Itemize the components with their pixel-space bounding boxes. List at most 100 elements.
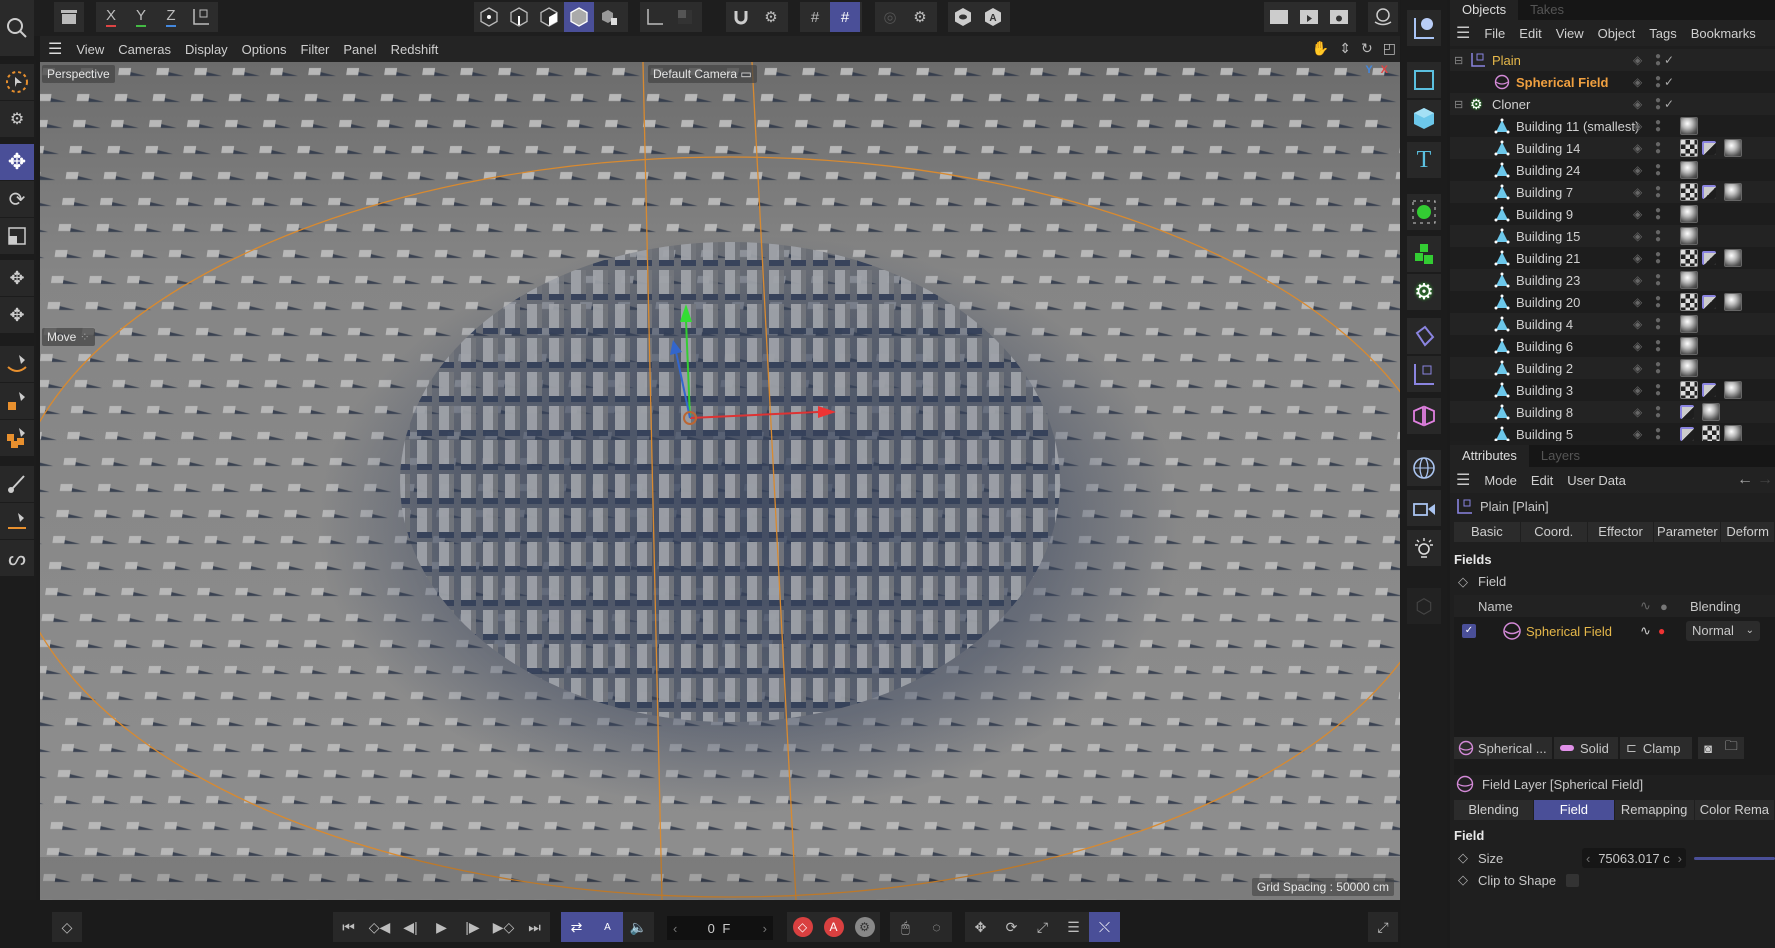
menu-panel[interactable]: Panel	[343, 42, 376, 57]
menu-user-data[interactable]: User Data	[1567, 473, 1626, 488]
object-row[interactable]: Building 7 ◈ ● ●	[1450, 181, 1775, 203]
object-row[interactable]: Spherical Field ◈ ● ● ✓	[1450, 71, 1775, 93]
visibility-dots-icon[interactable]: ● ●	[1655, 228, 1661, 245]
key-settings-button[interactable]: ⚙	[849, 912, 880, 942]
cube-spline-button[interactable]	[1407, 62, 1441, 98]
layer-icon[interactable]: ◈	[1633, 163, 1642, 177]
decrement-icon[interactable]: ‹	[1586, 851, 1590, 866]
layer-icon[interactable]: ◈	[1633, 405, 1642, 419]
text-button[interactable]: T	[1407, 142, 1441, 178]
keyframe-diamond-icon[interactable]: ◇	[1458, 574, 1468, 590]
live-selection-tool[interactable]	[0, 64, 34, 100]
redshift-ipr-button[interactable]	[1368, 2, 1398, 32]
y-axis-button[interactable]: Y	[126, 2, 156, 32]
sky-button[interactable]	[1407, 450, 1441, 486]
enabled-check-icon[interactable]: ✓	[1664, 53, 1674, 67]
polygons-mode-button[interactable]	[534, 2, 564, 32]
curve-icon[interactable]: ∿	[1640, 623, 1651, 639]
rgb-color-icon[interactable]: ●	[1658, 624, 1665, 638]
material-tag-icon[interactable]	[1680, 227, 1698, 245]
field-button[interactable]	[1407, 398, 1441, 434]
menu-tags[interactable]: Tags	[1649, 26, 1676, 41]
tab-effector[interactable]: Effector	[1588, 522, 1655, 542]
material-tag-icon[interactable]	[1680, 337, 1698, 355]
enabled-check-icon[interactable]: ✓	[1664, 97, 1674, 111]
checker-tag-icon[interactable]	[1680, 293, 1698, 311]
visibility-dots-icon[interactable]: ● ●	[1655, 74, 1661, 91]
dolly-icon[interactable]: ⇕	[1339, 40, 1351, 57]
layer-icon[interactable]: ◈	[1633, 185, 1642, 199]
menu-mode[interactable]: Mode	[1484, 473, 1517, 488]
visibility-dots-icon[interactable]: ● ●	[1655, 206, 1661, 223]
tab-takes[interactable]: Takes	[1518, 0, 1576, 20]
material-tag-icon[interactable]	[1724, 293, 1742, 311]
menu-file[interactable]: File	[1484, 26, 1505, 41]
3d-viewport[interactable]: Perspective Default Camera ▭ Move ⁘ YX G…	[40, 62, 1400, 900]
visibility-dots-icon[interactable]: ● ●	[1655, 184, 1661, 201]
forward-arrow-icon[interactable]: →	[1757, 471, 1773, 489]
object-row[interactable]: Building 11 (smallest) ◈ ● ●	[1450, 115, 1775, 137]
polygon-pen-tool[interactable]	[0, 383, 34, 419]
mask-icon[interactable]: ◙	[1704, 741, 1712, 756]
layer-icon[interactable]: ◈	[1633, 97, 1642, 111]
menu-edit[interactable]: Edit	[1531, 473, 1553, 488]
solid-layer-button[interactable]: Solid	[1554, 737, 1618, 759]
render-region-button[interactable]	[54, 2, 84, 32]
layer-icon[interactable]: ◈	[1633, 141, 1642, 155]
back-arrow-icon[interactable]: ←	[1737, 471, 1753, 489]
object-row[interactable]: Building 6 ◈ ● ●	[1450, 335, 1775, 357]
hamburger-menu-icon[interactable]: ☰	[1456, 470, 1470, 490]
hamburger-menu-icon[interactable]: ☰	[48, 39, 62, 59]
spherical-layer-button[interactable]: Spherical ...	[1454, 737, 1552, 759]
menu-view[interactable]: View	[76, 42, 104, 57]
parameter-track-button[interactable]: ☰	[1058, 912, 1089, 942]
material-button-disabled[interactable]: ⬡	[1407, 588, 1441, 624]
x-axis-button[interactable]: X	[96, 2, 126, 32]
spline-pen-tool[interactable]	[0, 346, 34, 382]
uvw-tag-icon[interactable]	[1702, 141, 1716, 155]
visibility-dots-icon[interactable]: ● ●	[1655, 96, 1661, 113]
increment-icon[interactable]: ›	[1678, 851, 1682, 866]
tab-remapping[interactable]: Remapping	[1615, 800, 1695, 820]
coordinate-system-button[interactable]	[186, 2, 216, 32]
menu-object[interactable]: Object	[1598, 26, 1636, 41]
add-folder-icon[interactable]: 🗀	[1725, 737, 1738, 759]
layer-icon[interactable]: ◈	[1633, 317, 1642, 331]
layer-icon[interactable]: ◈	[1633, 295, 1642, 309]
visibility-dots-icon[interactable]: ● ●	[1655, 52, 1661, 69]
render-picture-viewer-button[interactable]	[1294, 2, 1324, 32]
position-track-button[interactable]: ✥	[965, 912, 996, 942]
visibility-dots-icon[interactable]: ● ●	[1655, 382, 1661, 399]
solo-button[interactable]	[670, 2, 700, 32]
scale-tool[interactable]	[0, 218, 34, 254]
material-tag-icon[interactable]	[1680, 271, 1698, 289]
menu-edit[interactable]: Edit	[1519, 26, 1541, 41]
checker-tag-icon[interactable]	[1702, 425, 1720, 441]
clip-to-shape-checkbox[interactable]	[1566, 873, 1580, 887]
object-row[interactable]: Building 8 ◈ ● ●	[1450, 401, 1775, 423]
layer-icon[interactable]: ◈	[1633, 207, 1642, 221]
tab-layers[interactable]: Layers	[1529, 445, 1592, 467]
material-tag-icon[interactable]	[1724, 249, 1742, 267]
previous-key-button[interactable]: ◇◀	[364, 912, 395, 942]
knife-tool[interactable]	[0, 503, 34, 539]
uvw-tag-icon[interactable]	[1702, 295, 1716, 309]
material-tag-icon[interactable]	[1680, 117, 1698, 135]
object-row[interactable]: ⊟ ⚙ Cloner ◈ ● ● ✓	[1450, 93, 1775, 115]
points-mode-button[interactable]	[474, 2, 504, 32]
checker-tag-icon[interactable]	[1680, 139, 1698, 157]
object-row[interactable]: Building 15 ◈ ● ●	[1450, 225, 1775, 247]
object-row[interactable]: ⊟ Plain ◈ ● ● ✓	[1450, 49, 1775, 71]
object-row[interactable]: Building 24 ◈ ● ●	[1450, 159, 1775, 181]
render-view-button[interactable]	[1264, 2, 1294, 32]
menu-display[interactable]: Display	[185, 42, 228, 57]
object-row[interactable]: Building 20 ◈ ● ●	[1450, 291, 1775, 313]
uvw-tag-icon[interactable]	[1680, 427, 1694, 441]
frame-decrement-icon[interactable]: ‹	[673, 921, 677, 936]
camera-button[interactable]	[1407, 490, 1441, 526]
object-row[interactable]: Building 4 ◈ ● ●	[1450, 313, 1775, 335]
uvw-tag-icon[interactable]	[1702, 251, 1716, 265]
material-tag-icon[interactable]	[1680, 359, 1698, 377]
orbit-icon[interactable]: ↻	[1361, 40, 1373, 57]
autokey-button[interactable]: A	[818, 912, 849, 942]
